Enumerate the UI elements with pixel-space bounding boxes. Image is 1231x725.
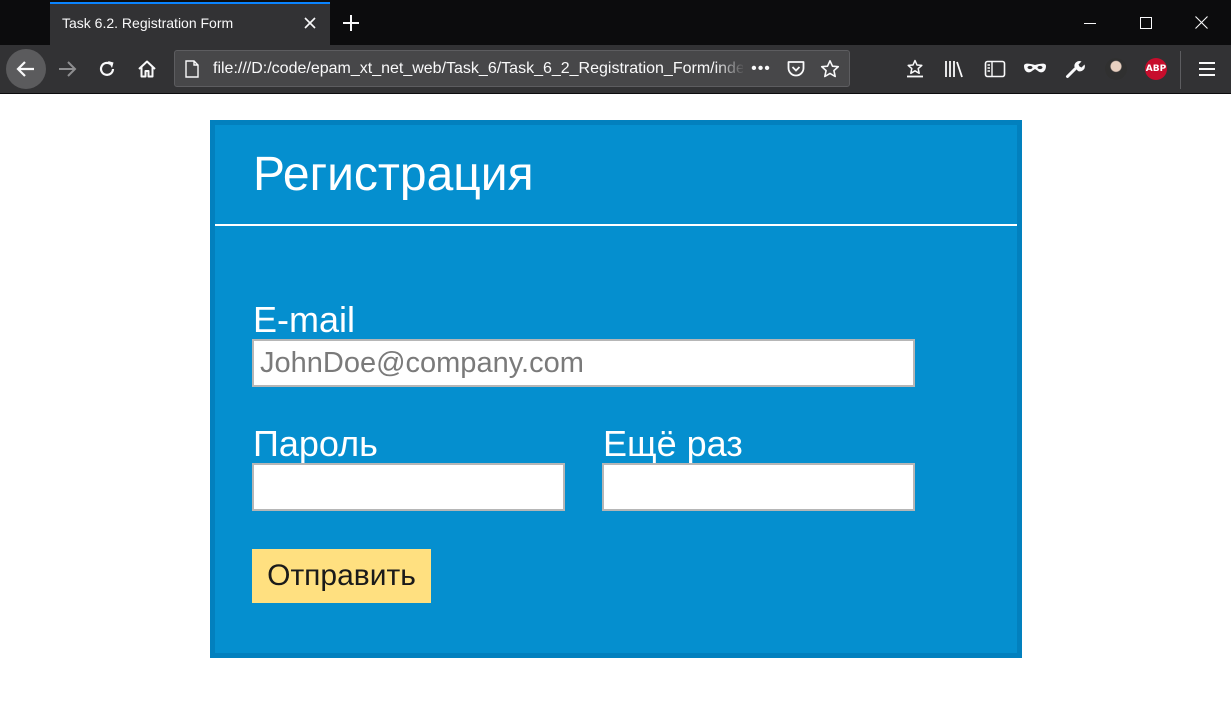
reload-icon [99, 61, 115, 76]
reload-button[interactable] [87, 49, 127, 89]
mask-icon [1024, 63, 1046, 73]
library-button[interactable] [940, 54, 970, 84]
page-icon [181, 58, 203, 80]
bookmark-star-tray-icon [907, 59, 923, 78]
library-icon [945, 61, 963, 78]
submit-button[interactable]: Отправить [252, 549, 431, 603]
close-window-button[interactable] [1174, 0, 1228, 45]
adblock-plus-icon: ABP [1145, 58, 1167, 80]
url-fade [715, 53, 745, 83]
pocket-button[interactable] [782, 55, 810, 83]
minimize-icon [1084, 22, 1096, 24]
repeat-password-field[interactable] [602, 463, 915, 511]
account-button[interactable] [1101, 54, 1131, 84]
arrow-left-icon [16, 61, 34, 77]
new-tab-button[interactable] [336, 8, 366, 38]
close-tab-button[interactable] [300, 13, 320, 33]
bookmark-button[interactable] [816, 55, 844, 83]
star-icon [820, 60, 840, 78]
navigation-toolbar: file:///D:/code/epam_xt_net_web/Task_6/T… [0, 45, 1231, 94]
url-text[interactable]: file:///D:/code/epam_xt_net_web/Task_6/T… [213, 60, 743, 78]
home-icon [138, 60, 156, 78]
browser-tab[interactable]: Task 6.2. Registration Form [50, 2, 330, 45]
avatar [1105, 58, 1127, 80]
maximize-button[interactable] [1119, 0, 1173, 45]
pocket-icon [787, 61, 805, 77]
maximize-icon [1140, 16, 1152, 29]
save-to-pocket-button[interactable] [900, 54, 930, 84]
password-label: Пароль [253, 423, 378, 464]
page-actions-button[interactable]: ••• [747, 55, 775, 83]
repeat-password-label: Ещё раз [603, 423, 743, 464]
email-label: E-mail [253, 299, 356, 340]
sidebar-icon [984, 60, 1006, 78]
plus-icon [343, 15, 359, 31]
tab-title: Task 6.2. Registration Form [62, 15, 234, 31]
back-button[interactable] [6, 49, 46, 89]
title-divider [215, 224, 1017, 226]
private-browsing-button[interactable] [1020, 54, 1050, 84]
arrow-right-icon [59, 61, 77, 77]
close-icon [304, 17, 316, 29]
menu-button[interactable] [1192, 54, 1222, 84]
tab-bar: Task 6.2. Registration Form [0, 0, 1231, 45]
form-title: Регистрация [253, 148, 534, 201]
hamburger-icon [1199, 62, 1215, 76]
address-bar[interactable]: file:///D:/code/epam_xt_net_web/Task_6/T… [174, 50, 850, 87]
minimize-button[interactable] [1063, 0, 1117, 45]
forward-button[interactable] [47, 49, 87, 89]
password-field[interactable] [252, 463, 565, 511]
toolbar-separator [1180, 51, 1181, 89]
email-field[interactable] [252, 339, 915, 387]
home-button[interactable] [127, 49, 167, 89]
adblock-plus-button[interactable]: ABP [1141, 54, 1171, 84]
sidebar-button[interactable] [980, 54, 1010, 84]
developer-tools-button[interactable] [1060, 54, 1090, 84]
close-window-icon [1194, 16, 1208, 29]
registration-form: Регистрация E-mail Пароль Ещё раз Отправ… [210, 120, 1022, 658]
wrench-icon [1066, 61, 1085, 78]
